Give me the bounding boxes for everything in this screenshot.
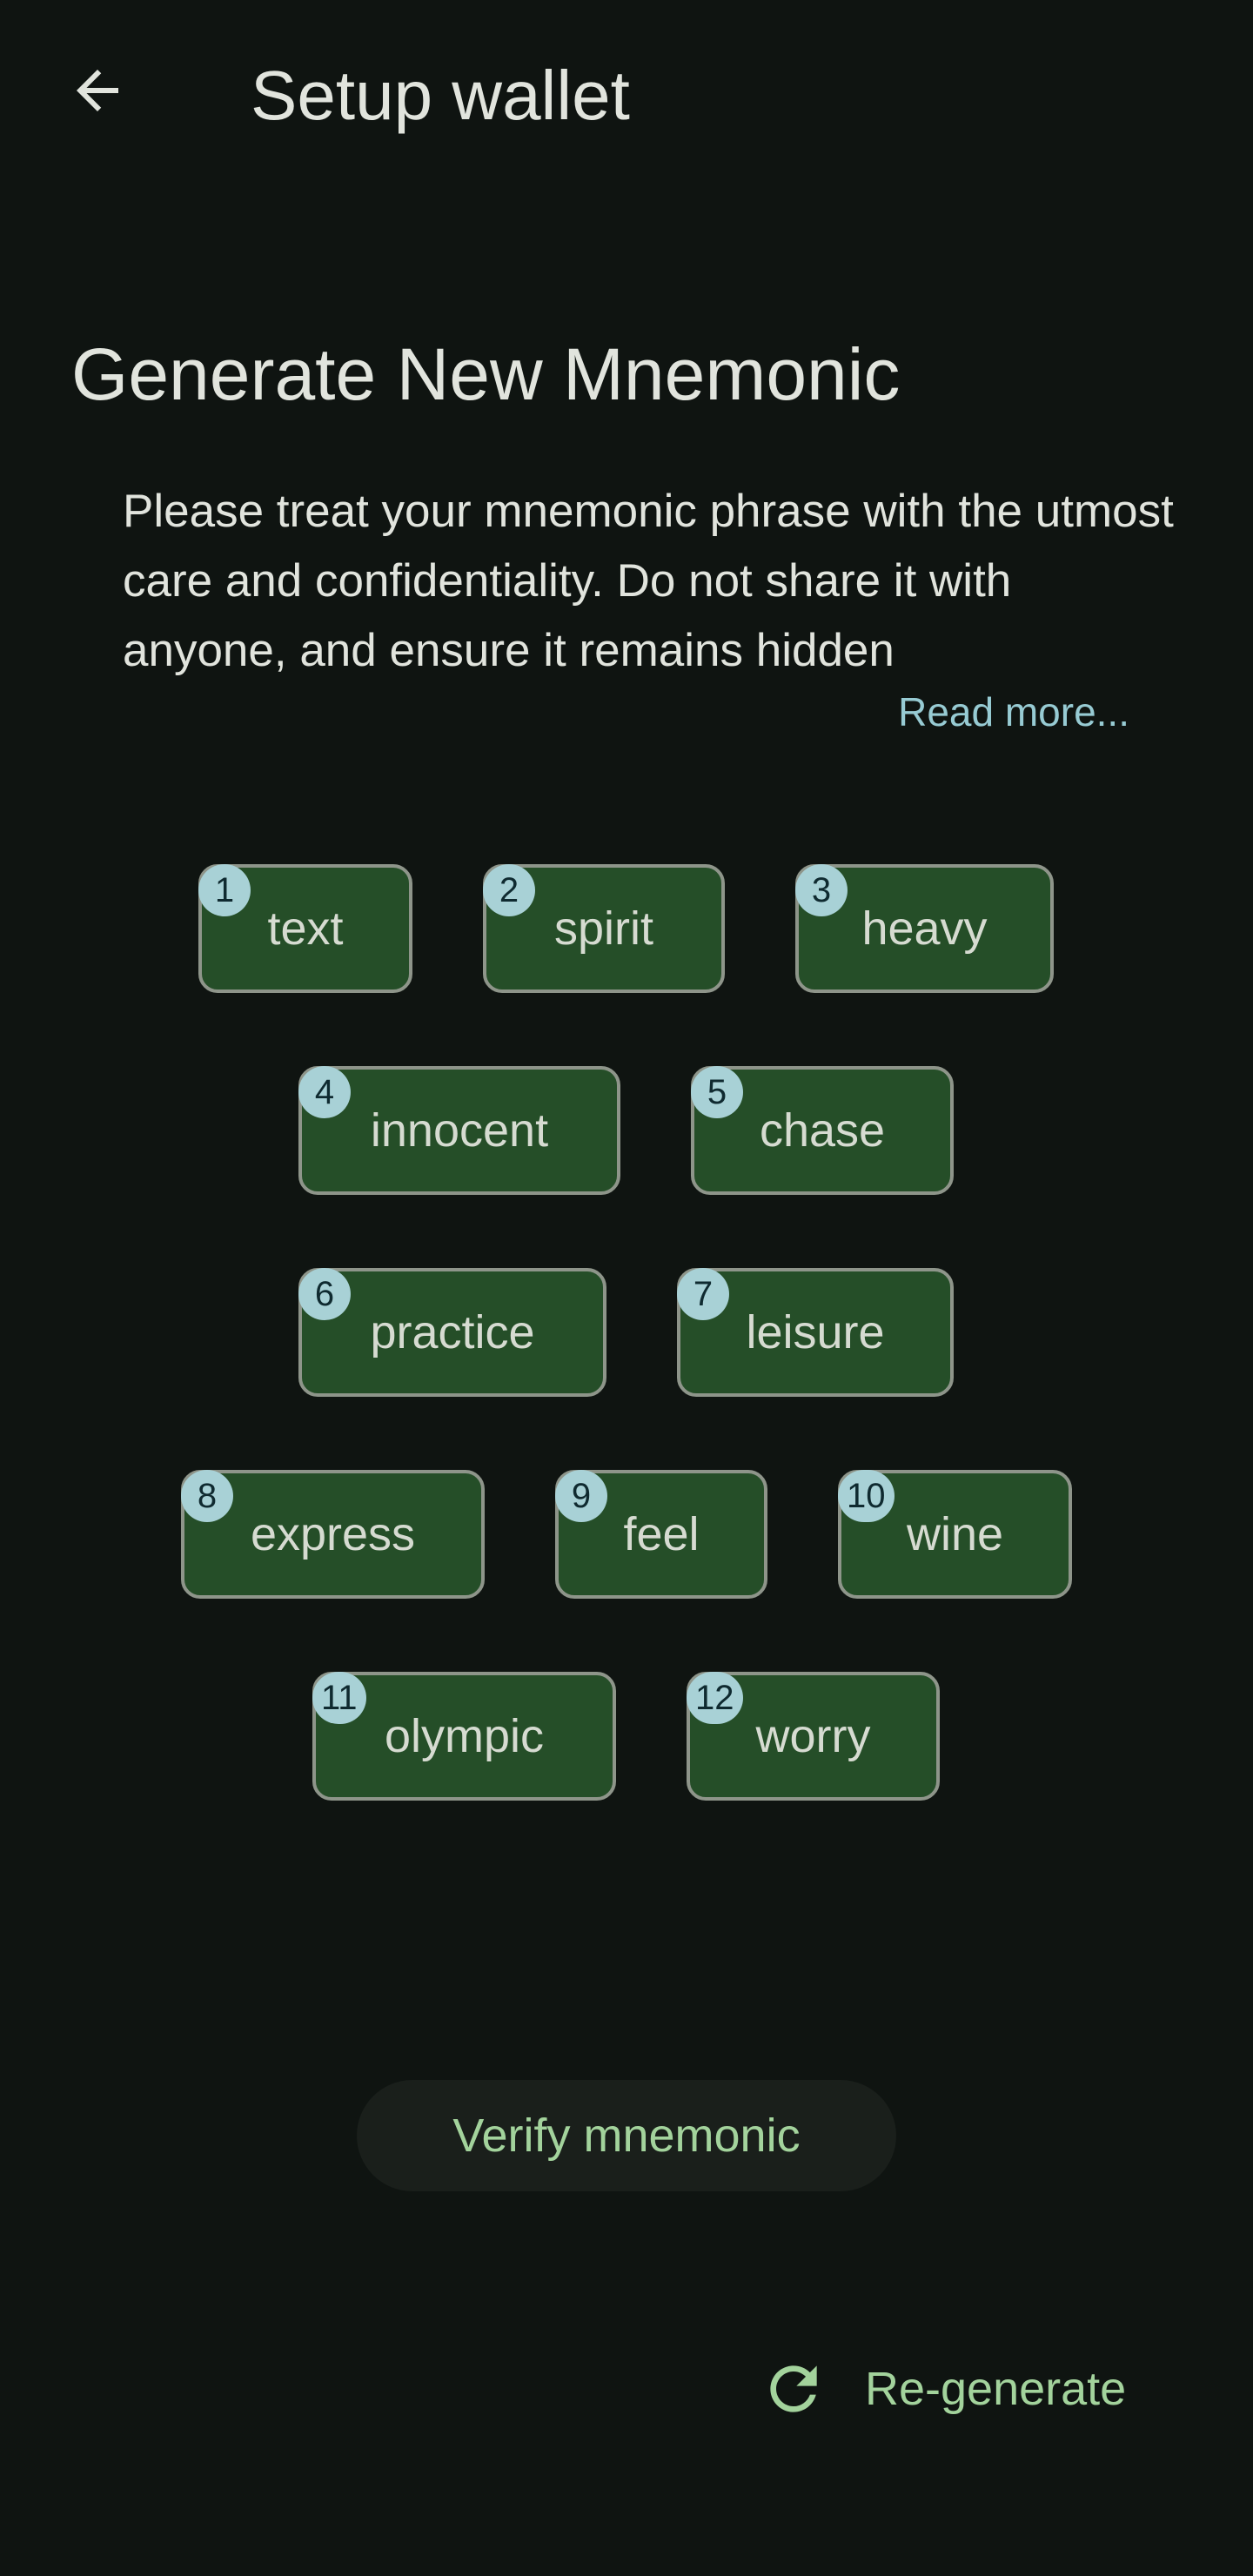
verify-mnemonic-button[interactable]: Verify mnemonic (357, 2080, 896, 2191)
word-index-badge: 10 (838, 1470, 895, 1522)
word-chip[interactable]: 6 practice (298, 1268, 606, 1397)
word-chip[interactable]: 1 text (198, 864, 412, 993)
page-heading: Generate New Mnemonic (71, 333, 901, 415)
word-label: feel (623, 1508, 700, 1560)
word-label: practice (370, 1306, 535, 1358)
word-chip[interactable]: 4 innocent (298, 1066, 620, 1195)
word-label: wine (906, 1508, 1004, 1560)
back-button[interactable] (52, 45, 143, 136)
word-index-badge: 1 (198, 864, 251, 916)
word-index-badge: 3 (795, 864, 848, 916)
arrow-left-icon (77, 70, 118, 111)
word-index-badge: 8 (181, 1470, 233, 1522)
word-label: worry (755, 1710, 871, 1762)
verify-mnemonic-label: Verify mnemonic (452, 2110, 801, 2162)
word-chip[interactable]: 11 olympic (312, 1672, 616, 1801)
app-title: Setup wallet (251, 57, 630, 134)
word-label: express (250, 1508, 416, 1560)
word-label: text (267, 902, 344, 955)
word-chip[interactable]: 8 express (181, 1470, 485, 1599)
word-label: olympic (384, 1710, 545, 1762)
word-index-badge: 9 (555, 1470, 607, 1522)
word-chip[interactable]: 9 feel (555, 1470, 767, 1599)
word-index-badge: 7 (677, 1268, 729, 1320)
word-chip[interactable]: 5 chase (691, 1066, 954, 1195)
app-bar: Setup wallet (0, 0, 1253, 196)
warning-description: Please treat your mnemonic phrase with t… (123, 486, 1174, 676)
word-label: spirit (553, 902, 653, 955)
word-index-badge: 5 (691, 1066, 743, 1118)
word-label: heavy (861, 902, 988, 955)
word-label: leisure (746, 1306, 885, 1358)
word-chip[interactable]: 3 heavy (795, 864, 1054, 993)
regenerate-button[interactable]: Re-generate (759, 2341, 1142, 2437)
word-index-badge: 11 (312, 1672, 366, 1724)
word-index-badge: 2 (483, 864, 535, 916)
word-label: innocent (370, 1104, 549, 1157)
word-label: chase (759, 1104, 886, 1157)
word-chip[interactable]: 12 worry (687, 1672, 940, 1801)
refresh-icon (759, 2354, 828, 2424)
regenerate-label: Re-generate (865, 2363, 1127, 2415)
word-index-badge: 4 (298, 1066, 351, 1118)
word-chip[interactable]: 7 leisure (677, 1268, 954, 1397)
word-index-badge: 6 (298, 1268, 351, 1320)
word-chip[interactable]: 2 spirit (483, 864, 725, 993)
word-index-badge: 12 (687, 1672, 743, 1724)
word-chip[interactable]: 10 wine (838, 1470, 1072, 1599)
read-more-link[interactable]: Read more... (898, 684, 1129, 740)
